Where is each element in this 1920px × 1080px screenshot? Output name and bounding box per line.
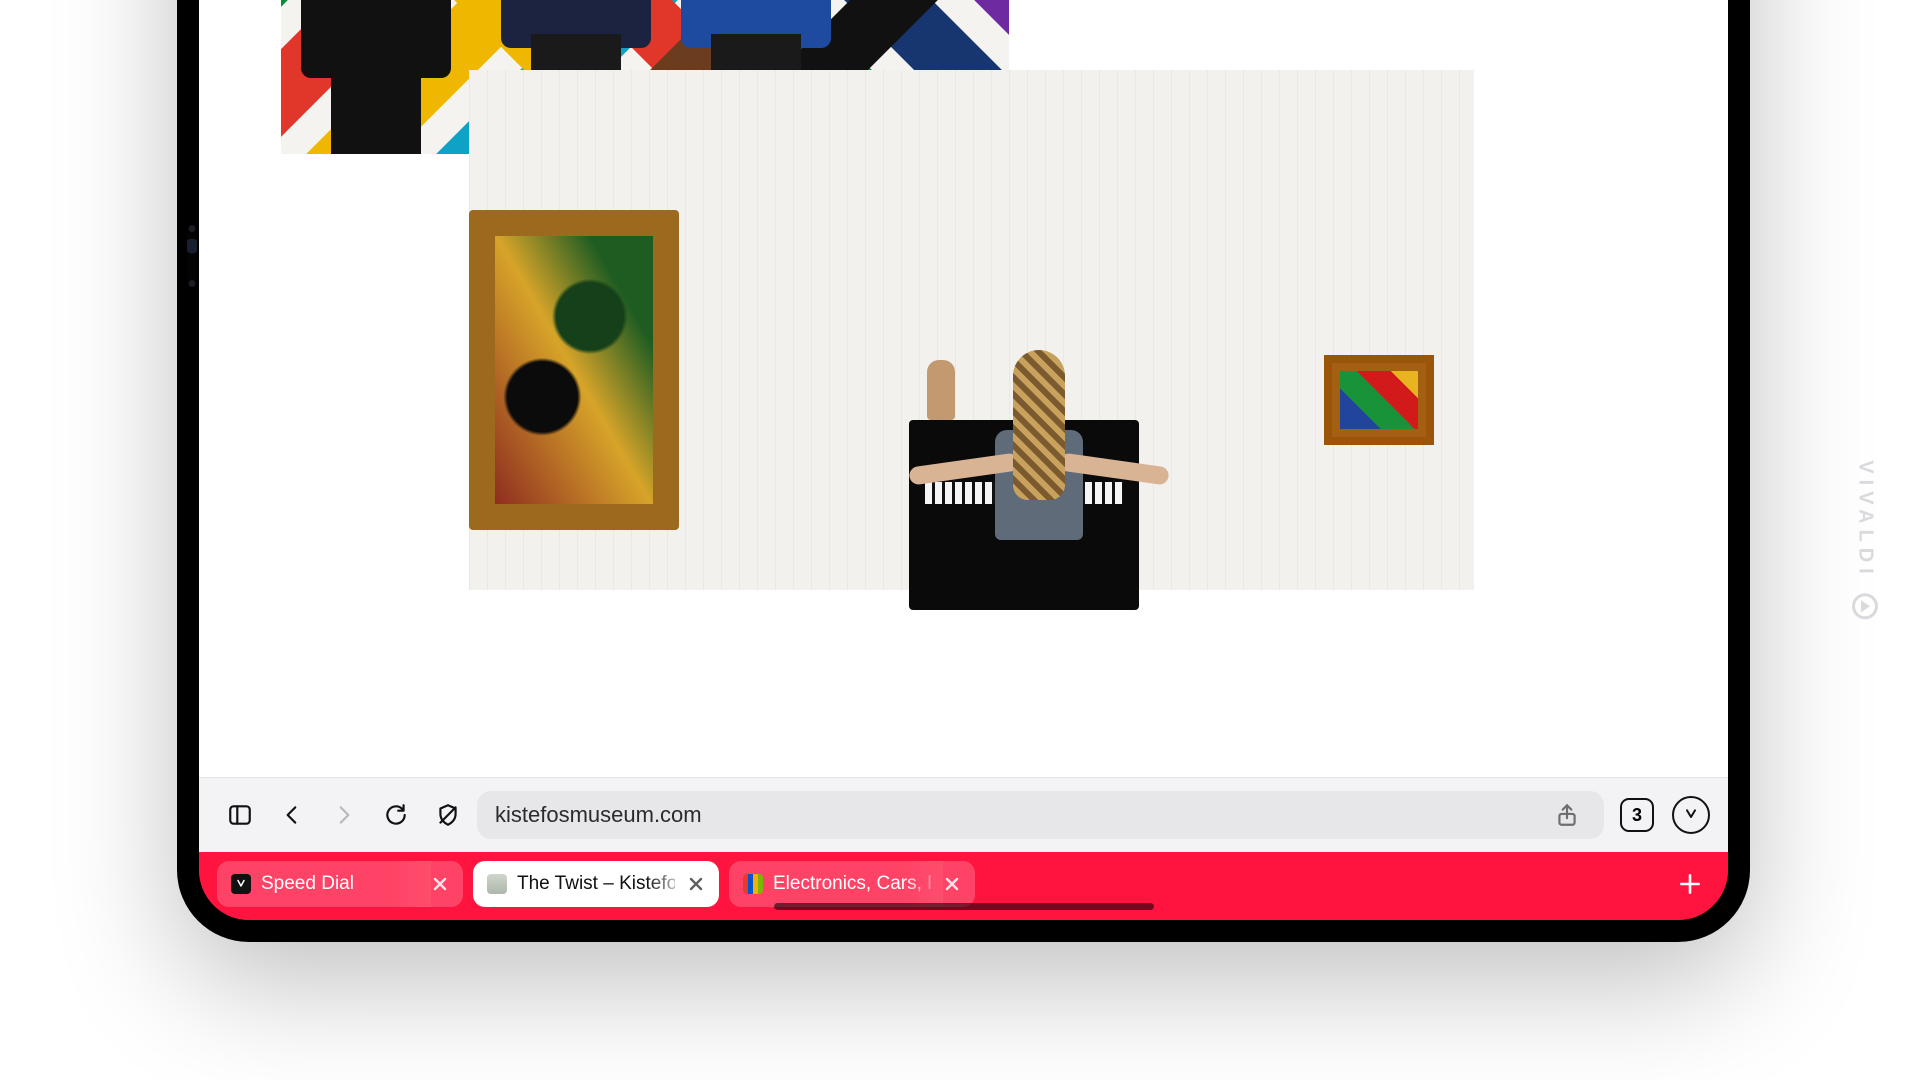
device-screen: kistefosmuseum.com 3 Speed Dial <box>199 0 1728 920</box>
site-favicon-icon <box>487 874 507 894</box>
panels-button[interactable] <box>217 792 263 838</box>
painting-mini <box>1324 355 1434 445</box>
webpage-viewport[interactable] <box>199 0 1728 777</box>
gallery-photo-piano <box>469 70 1474 590</box>
pianist-figure <box>989 350 1089 580</box>
tab-count-value: 3 <box>1632 805 1642 826</box>
forward-button[interactable] <box>321 792 367 838</box>
vivaldi-favicon-icon <box>231 874 251 894</box>
tab-speed-dial[interactable]: Speed Dial <box>217 861 463 907</box>
tab-close-button[interactable] <box>429 873 451 895</box>
back-button[interactable] <box>269 792 315 838</box>
address-url: kistefosmuseum.com <box>495 802 702 828</box>
share-button[interactable] <box>1544 792 1590 838</box>
tab-ebay[interactable]: Electronics, Cars, Fashion <box>729 861 975 907</box>
tab-label: Speed Dial <box>261 873 419 895</box>
tab-label: Electronics, Cars, Fashion <box>773 873 931 895</box>
tab-kistefos[interactable]: The Twist – Kistefos <box>473 861 719 907</box>
address-bar[interactable]: kistefosmuseum.com <box>477 791 1604 839</box>
tab-close-button[interactable] <box>685 873 707 895</box>
tab-label: The Twist – Kistefos <box>517 873 675 895</box>
new-tab-button[interactable] <box>1670 864 1710 904</box>
tab-strip: Speed Dial The Twist – Kistefos Electron… <box>199 852 1728 920</box>
device-camera <box>187 231 197 281</box>
browser-toolbar: kistefosmuseum.com 3 <box>199 777 1728 852</box>
tracker-shield-icon[interactable] <box>425 792 471 838</box>
vivaldi-logo-icon <box>1852 594 1878 620</box>
ebay-favicon-icon <box>743 874 763 894</box>
painting-large <box>469 210 679 530</box>
vivaldi-menu-button[interactable] <box>1672 796 1710 834</box>
vivaldi-watermark: VIVALDI <box>1852 460 1878 619</box>
reload-button[interactable] <box>373 792 419 838</box>
watermark-text: VIVALDI <box>1854 460 1877 579</box>
photographer-figure <box>301 0 451 154</box>
home-indicator[interactable] <box>774 903 1154 910</box>
tablet-bezel: kistefosmuseum.com 3 Speed Dial <box>177 0 1750 942</box>
tab-close-button[interactable] <box>941 873 963 895</box>
tab-count-button[interactable]: 3 <box>1620 798 1654 832</box>
